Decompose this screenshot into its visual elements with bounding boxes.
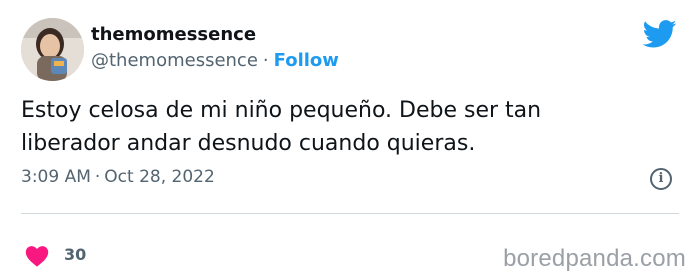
follow-button[interactable]: Follow [274,50,339,71]
timestamp-separator: · [94,167,101,187]
heart-icon[interactable] [25,245,49,267]
tweet-card: themomessence @themomessence · Follow Esto… [0,0,700,272]
handle[interactable]: @themomessence [91,50,258,71]
display-name[interactable]: themomessence [91,24,256,45]
avatar-image [21,18,84,81]
like-count[interactable]: 30 [64,245,86,264]
tweet-date: Oct 28, 2022 [104,167,215,187]
tweet-text: Estoy celosa de mi niño pequeño. Debe se… [21,98,542,156]
separator-dot: · [262,50,269,71]
twitter-bird-icon[interactable] [643,20,677,48]
info-icon[interactable]: i [650,168,672,190]
tweet-timestamp[interactable]: 3:09 AM · Oct 28, 2022 [21,167,215,187]
divider [21,213,679,214]
tweet-time: 3:09 AM [21,167,91,187]
avatar[interactable] [21,18,84,81]
watermark: boredpanda.com [503,245,686,272]
handle-row: @themomessence · Follow [91,50,339,71]
